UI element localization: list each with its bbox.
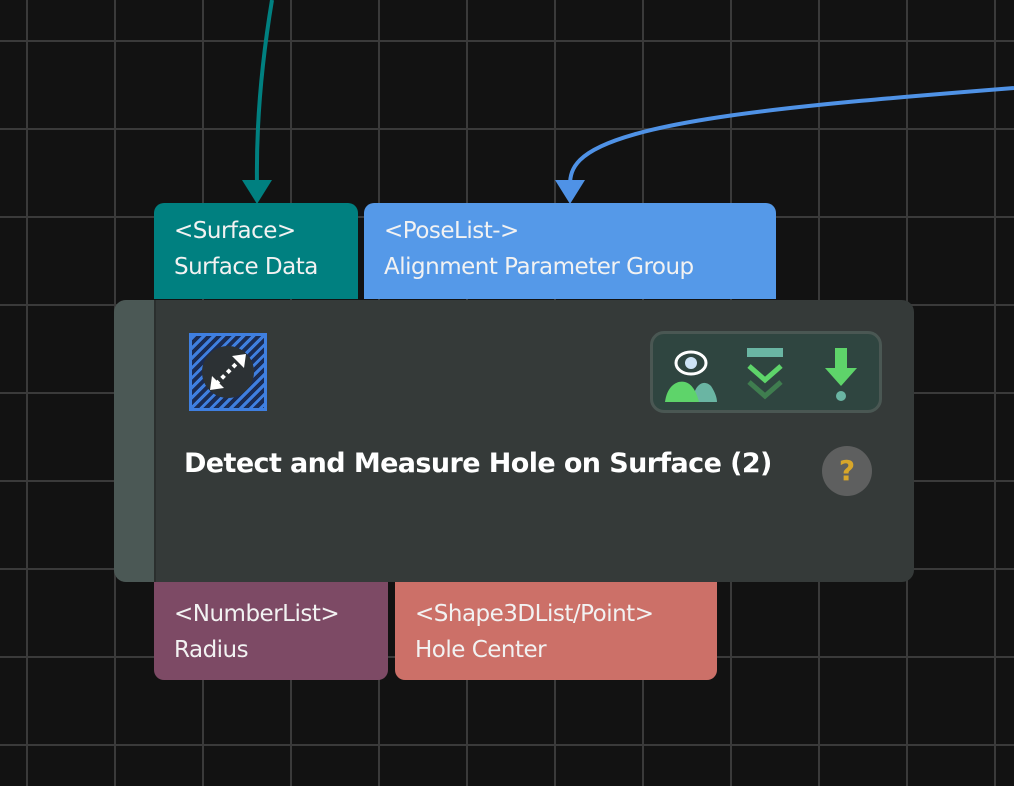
edge-surface-arrow-icon: [242, 180, 272, 204]
port-label: Surface Data: [174, 254, 318, 280]
edge-poselist-arrow-icon: [555, 180, 585, 204]
node-side-bar: [114, 300, 156, 582]
node-toolbar: [650, 331, 882, 413]
input-port-surface-data[interactable]: <Surface> Surface Data: [154, 203, 358, 299]
view-output-icon[interactable]: [663, 346, 719, 402]
port-type: <Shape3DList/Point>: [415, 601, 654, 627]
edge-surface[interactable]: [254, 0, 274, 186]
port-label: Alignment Parameter Group: [384, 254, 694, 280]
edge-poselist[interactable]: [568, 86, 1014, 186]
step-node[interactable]: Detect and Measure Hole on Surface (2) ?: [114, 300, 914, 582]
debug-step-icon[interactable]: [813, 346, 869, 402]
input-port-alignment-parameter-group[interactable]: <PoseList-> Alignment Parameter Group: [364, 203, 776, 299]
output-port-hole-center[interactable]: <Shape3DList/Point> Hole Center: [395, 582, 717, 680]
collapse-icon[interactable]: [737, 346, 793, 402]
port-type: <PoseList->: [384, 218, 519, 244]
port-type: <NumberList>: [174, 601, 340, 627]
port-label: Radius: [174, 637, 249, 663]
hole-measure-icon: [189, 333, 267, 411]
output-port-radius[interactable]: <NumberList> Radius: [154, 582, 388, 680]
port-type: <Surface>: [174, 218, 296, 244]
help-icon[interactable]: ?: [822, 446, 872, 496]
node-title: Detect and Measure Hole on Surface (2): [184, 448, 772, 479]
port-label: Hole Center: [415, 637, 547, 663]
